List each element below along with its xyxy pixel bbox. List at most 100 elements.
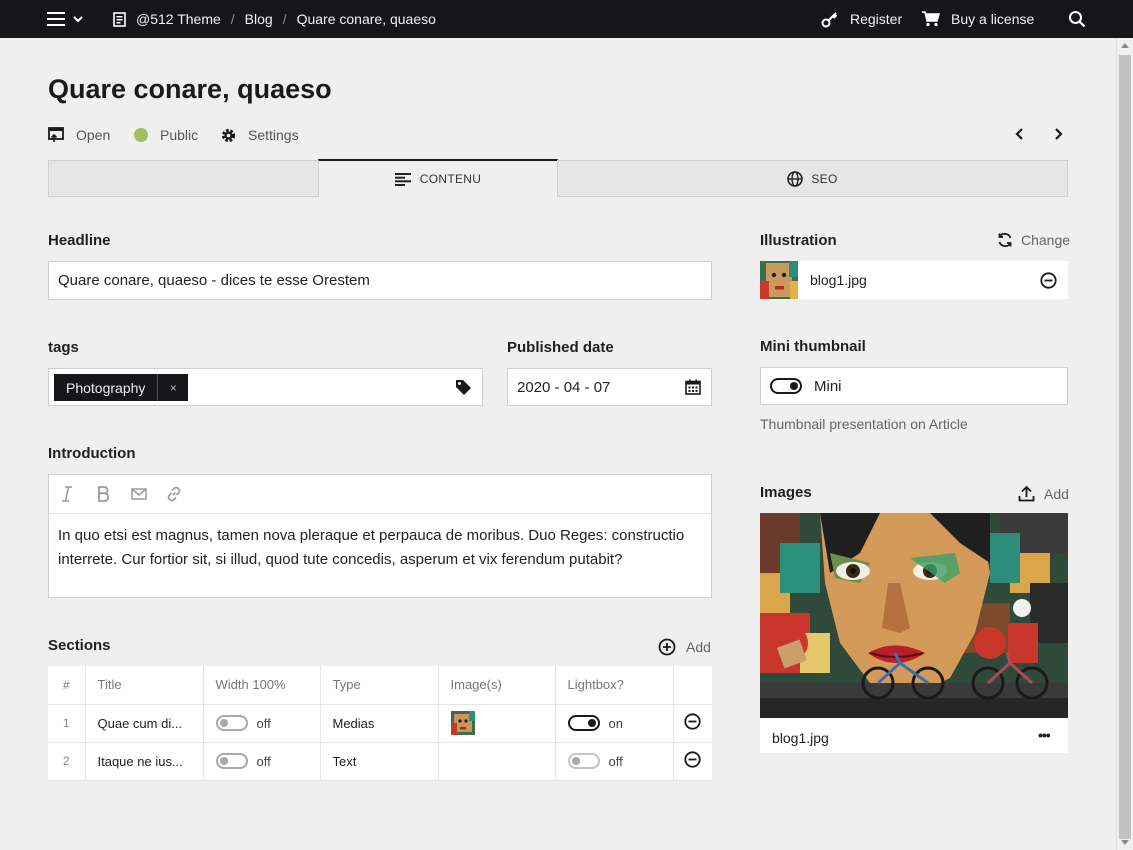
tab-empty[interactable]: [48, 160, 319, 197]
tag-chip: Photography ×: [54, 374, 189, 401]
row-title[interactable]: Quae cum di...: [85, 704, 204, 743]
lightbox-toggle-label: on: [608, 715, 623, 731]
sections-add-button[interactable]: Add: [658, 638, 711, 656]
width-toggle[interactable]: [215, 715, 248, 732]
buy-license-label: Buy a license: [951, 11, 1035, 27]
breadcrumb-site[interactable]: @512 Theme: [136, 11, 221, 27]
sections-table: # Title Width 100% Type Image(s) Lightbo…: [48, 666, 712, 781]
visibility-status[interactable]: Public: [134, 124, 198, 146]
remove-circle-icon[interactable]: [683, 751, 701, 768]
next-button[interactable]: [1054, 127, 1064, 146]
row-width-toggle-cell: off: [203, 742, 321, 781]
top-bar: @512 Theme / Blog / Quare conare, quaeso…: [0, 0, 1133, 38]
breadcrumb-separator: /: [282, 11, 287, 27]
chevron-down-icon: [73, 15, 83, 22]
lightbox-toggle[interactable]: [567, 753, 600, 770]
chevron-right-icon: [1055, 128, 1063, 140]
image-preview[interactable]: [760, 513, 1068, 718]
remove-circle-icon[interactable]: [1040, 272, 1057, 289]
illustration-file[interactable]: blog1.jpg: [760, 261, 1068, 299]
open-link[interactable]: Open: [48, 124, 110, 146]
calendar-icon[interactable]: [685, 379, 701, 395]
published-date-label: Published date: [507, 339, 614, 356]
search-icon: [1069, 11, 1086, 28]
menu-button[interactable]: [47, 0, 83, 38]
key-icon: [821, 11, 838, 27]
breadcrumb-current: Quare conare, quaeso: [296, 11, 436, 27]
headline-input[interactable]: Quare conare, quaeso - dices te esse Ore…: [48, 261, 712, 300]
introduction-editor: In quo etsi est magnus, tamen nova plera…: [48, 474, 712, 598]
row-lightbox-toggle-cell: off: [555, 742, 674, 781]
scroll-thumb[interactable]: [1119, 55, 1131, 839]
breadcrumb: @512 Theme / Blog / Quare conare, quaeso: [113, 0, 436, 38]
page-scrollbar[interactable]: [1116, 38, 1133, 850]
previous-button[interactable]: [1014, 127, 1024, 146]
mini-thumbnail-toggle-field[interactable]: Mini: [760, 367, 1068, 405]
column-header-actions: [673, 666, 712, 705]
published-date-value: 2020 - 04 - 07: [517, 378, 611, 396]
column-header-lightbox: Lightbox?: [555, 666, 674, 705]
lightbox-toggle[interactable]: [567, 715, 600, 732]
lightbox-toggle-label: off: [608, 753, 623, 769]
plus-circle-icon: [658, 638, 676, 656]
settings-link[interactable]: Settings: [220, 124, 299, 146]
open-label: Open: [76, 127, 111, 143]
italic-icon[interactable]: [61, 486, 73, 502]
buy-license-link[interactable]: Buy a license: [922, 0, 1034, 38]
mini-thumbnail-help: Thumbnail presentation on Article: [760, 416, 968, 432]
scroll-down-arrow[interactable]: [1121, 840, 1129, 845]
introduction-text[interactable]: In quo etsi est magnus, tamen nova plera…: [49, 514, 711, 582]
images-add-button[interactable]: Add: [1018, 485, 1069, 502]
mini-thumbnail-toggle[interactable]: [770, 378, 802, 394]
tab-content-label: CONTENU: [419, 172, 482, 186]
table-row[interactable]: 2 Itaque ne ius... off Text off: [48, 742, 712, 781]
width-toggle[interactable]: [215, 753, 248, 770]
link-icon[interactable]: [166, 486, 182, 502]
illustration-change-button[interactable]: Change: [997, 232, 1070, 248]
upload-icon: [1018, 485, 1035, 502]
images-add-label: Add: [1044, 485, 1069, 502]
editor-toolbar: [49, 475, 711, 514]
published-date-input[interactable]: 2020 - 04 - 07: [507, 368, 712, 406]
row-images: [438, 742, 556, 781]
hamburger-icon: [47, 12, 65, 26]
align-left-icon: [394, 172, 411, 186]
row-number: 2: [48, 742, 86, 781]
column-header-number: #: [48, 666, 86, 705]
bold-icon[interactable]: [97, 486, 109, 502]
tab-seo[interactable]: SEO: [557, 160, 1068, 197]
row-images: [438, 704, 556, 743]
row-width-toggle-cell: off: [203, 704, 321, 743]
width-toggle-label: off: [256, 753, 271, 769]
row-number: 1: [48, 704, 86, 743]
row-title[interactable]: Itaque ne ius...: [85, 742, 204, 781]
scroll-up-arrow[interactable]: [1121, 43, 1129, 48]
tags-label: tags: [48, 339, 79, 356]
tag-remove-button[interactable]: ×: [157, 374, 188, 401]
image-thumbnail[interactable]: [450, 711, 475, 735]
cart-icon: [922, 11, 940, 27]
mini-thumbnail-value: Mini: [814, 377, 842, 395]
document-icon: [113, 11, 126, 27]
tab-content[interactable]: CONTENU: [318, 159, 558, 197]
visibility-label: Public: [160, 127, 199, 143]
status-dot-icon: [134, 128, 148, 142]
width-toggle-label: off: [256, 715, 271, 731]
illustration-label: Illustration: [760, 232, 837, 249]
email-icon[interactable]: [131, 488, 147, 500]
remove-circle-icon[interactable]: [683, 713, 701, 730]
table-header-row: # Title Width 100% Type Image(s) Lightbo…: [48, 666, 712, 705]
tab-seo-label: SEO: [811, 171, 838, 186]
tag-icon: [456, 380, 471, 395]
tags-input[interactable]: Photography ×: [48, 368, 483, 406]
tab-bar: CONTENU SEO: [48, 159, 1068, 197]
search-button[interactable]: [1068, 0, 1086, 38]
register-link[interactable]: Register: [821, 0, 902, 38]
breadcrumb-blog[interactable]: Blog: [245, 11, 273, 27]
image-menu-button[interactable]: •••: [1038, 727, 1051, 743]
row-actions: [673, 704, 712, 743]
column-header-images: Image(s): [438, 666, 556, 705]
table-row[interactable]: 1 Quae cum di... off Medias on: [48, 704, 712, 743]
row-type: Text: [320, 742, 439, 781]
images-label: Images: [760, 484, 812, 501]
